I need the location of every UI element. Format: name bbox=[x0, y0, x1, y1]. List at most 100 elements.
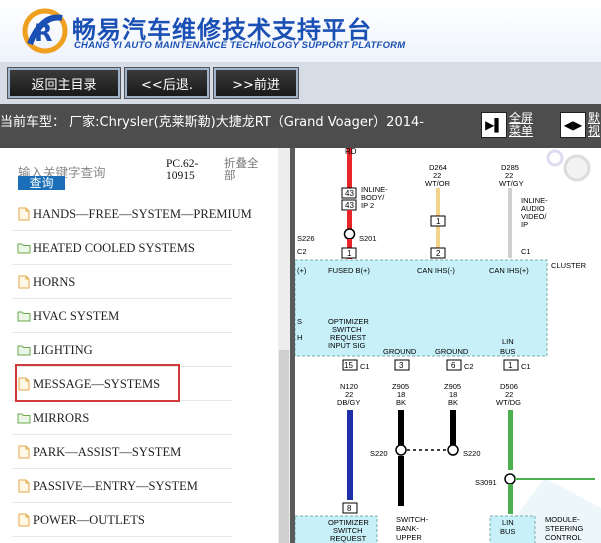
prev-button[interactable]: <<后退. bbox=[124, 67, 210, 99]
label-pin43a: 43 bbox=[345, 189, 354, 198]
label-ground-1: GROUND bbox=[383, 347, 417, 356]
label-c2b: C2 bbox=[464, 362, 474, 371]
tree-item-label: HORNS bbox=[33, 275, 76, 289]
wiring-diagram-svg: RD 43 43 INLINE- BODY/ IP 2 S201 S226 C2… bbox=[295, 148, 601, 543]
label-s: S bbox=[297, 317, 302, 326]
collapse-all-button[interactable]: 折叠全 部 bbox=[224, 158, 264, 182]
wiring-diagram: RD 43 43 INLINE- BODY/ IP 2 S201 S226 C2… bbox=[295, 148, 601, 543]
label-bot-switch-2: BANK- bbox=[396, 524, 419, 533]
default-label-2: 视 bbox=[588, 124, 601, 138]
label-bot-lin-2: BUS bbox=[500, 527, 515, 536]
current-model-text: 当前车型： 厂家:Chrysler(克莱斯勒)大捷龙RT（Grand Voage… bbox=[0, 115, 424, 130]
label-pin1c: 1 bbox=[508, 361, 513, 370]
app-subtitle: CHANG YI AUTO MAINTENANCE TECHNOLOGY SUP… bbox=[74, 40, 406, 51]
tree-item[interactable]: HANDS—FREE—SYSTEM—PREMIUM bbox=[12, 198, 252, 231]
label-bot-optimizer-3: REQUEST bbox=[330, 534, 367, 543]
splice-s220a bbox=[395, 444, 407, 456]
label-s220a: S220 bbox=[370, 449, 388, 458]
label-pin15: 15 bbox=[344, 361, 353, 370]
selected-item-highlight bbox=[15, 364, 180, 402]
tree-item[interactable]: HVAC SYSTEM bbox=[12, 300, 232, 333]
wire-z905a-black bbox=[398, 410, 404, 450]
folder-icon bbox=[17, 343, 31, 357]
back-home-button[interactable]: 返回主目录 bbox=[7, 67, 121, 99]
folder-icon bbox=[17, 241, 31, 255]
file-icon bbox=[17, 445, 31, 459]
label-pin3: 3 bbox=[399, 361, 404, 370]
wire-d285 bbox=[508, 188, 512, 258]
pc-code: PC.62- 10915 bbox=[166, 158, 198, 182]
search-button[interactable]: 查询 bbox=[18, 176, 65, 190]
default-view-link[interactable]: 默 视 bbox=[588, 112, 600, 138]
file-icon bbox=[17, 513, 31, 527]
wire-z905a-lower bbox=[398, 456, 404, 506]
tree-item-label: HVAC SYSTEM bbox=[33, 309, 120, 323]
tree-item[interactable]: HEATED COOLED SYSTEMS bbox=[12, 232, 232, 265]
label-b-plus: (+) bbox=[297, 266, 307, 275]
label-can-ihs-minus: CAN IHS(-) bbox=[417, 266, 455, 275]
label-d285-color: WT/GY bbox=[499, 179, 524, 188]
label-c2: C2 bbox=[297, 247, 307, 256]
label-c1b: C1 bbox=[360, 362, 370, 371]
label-bot-switch-1: SWITCH- bbox=[396, 515, 429, 524]
label-bus: BUS bbox=[500, 347, 515, 356]
file-icon bbox=[17, 207, 31, 221]
app-header: R 畅易汽车维修技术支持平台 CHANG YI AUTO MAINTENANCE… bbox=[0, 0, 601, 62]
label-inline-audio-4: IP bbox=[521, 220, 528, 229]
folder-icon bbox=[17, 309, 31, 323]
label-bot-switch-3: UPPER bbox=[396, 533, 422, 542]
label-s3091: S3091 bbox=[475, 478, 497, 487]
wire-d506-green bbox=[508, 410, 513, 470]
label-optimizer-4: INPUT SIG bbox=[328, 341, 366, 350]
splice-s201 bbox=[343, 228, 356, 240]
default-view-icon[interactable]: ◀▶ bbox=[560, 112, 586, 138]
wire-d506-lower bbox=[508, 484, 513, 514]
label-pin6: 6 bbox=[451, 361, 456, 370]
file-icon bbox=[17, 479, 31, 493]
tree-item-label: PARK—ASSIST—SYSTEM bbox=[33, 445, 182, 459]
nav-toolbar: 返回主目录 <<后退. >>前进 bbox=[0, 62, 601, 104]
sidebar-scrollbar-thumb[interactable] bbox=[279, 350, 289, 543]
tree-item[interactable]: HORNS bbox=[12, 266, 232, 299]
tree-item[interactable]: MIRRORS bbox=[12, 402, 232, 435]
pc-code-line2: 10915 bbox=[166, 170, 195, 182]
label-s220b: S220 bbox=[463, 449, 481, 458]
watermark-ring bbox=[563, 154, 591, 182]
tree-item-label: HEATED COOLED SYSTEMS bbox=[33, 241, 195, 255]
wire-n120-blue bbox=[347, 410, 353, 500]
label-pin8: 8 bbox=[347, 504, 352, 513]
watermark-ring-2 bbox=[546, 149, 564, 167]
next-button[interactable]: >>前进 bbox=[213, 67, 299, 99]
label-s226: S226 bbox=[297, 234, 315, 243]
label-c1c: C1 bbox=[521, 362, 531, 371]
label-n120-color: DB/GY bbox=[337, 398, 360, 407]
label-ground-2: GROUND bbox=[435, 347, 469, 356]
sidebar: 输入关键字查询 查询 PC.62- 10915 折叠全 部 HANDS—FREE… bbox=[0, 148, 278, 543]
label-cluster: CLUSTER bbox=[551, 261, 587, 270]
tree-item-label: LIGHTING bbox=[33, 343, 93, 357]
tree-item[interactable]: POWER—OUTLETS bbox=[12, 504, 232, 537]
label-bot-module-3: CONTROL bbox=[545, 533, 582, 542]
fullscreen-menu-link[interactable]: 全屏 菜单 bbox=[509, 112, 533, 138]
pc-code-line1: PC.62- bbox=[166, 158, 199, 170]
tree-item[interactable]: PARK—ASSIST—SYSTEM bbox=[12, 436, 232, 469]
label-z905a-color: BK bbox=[396, 398, 406, 407]
file-icon bbox=[17, 275, 31, 289]
collapse-line2: 部 bbox=[224, 170, 236, 182]
logo-icon: R bbox=[22, 8, 68, 54]
fullscreen-icon[interactable]: ▶▌ bbox=[481, 112, 507, 138]
label-bot-lin-1: LIN bbox=[502, 518, 514, 527]
label-d264-color: WT/OR bbox=[425, 179, 451, 188]
label-bot-module-2: STEERING bbox=[545, 524, 584, 533]
svg-text:R: R bbox=[34, 19, 52, 47]
label-lin: LIN bbox=[502, 337, 514, 346]
tree-item[interactable]: LIGHTING bbox=[12, 334, 232, 367]
tree-item-label: HANDS—FREE—SYSTEM—PREMIUM bbox=[33, 207, 252, 221]
label-pin1a: 1 bbox=[347, 249, 352, 258]
label-d506-color: WT/DG bbox=[496, 398, 521, 407]
label-bot-module-1: MODULE- bbox=[545, 515, 580, 524]
label-fused-b: FUSED B(+) bbox=[328, 266, 370, 275]
tree-item-label: POWER—OUTLETS bbox=[33, 513, 145, 527]
folder-icon bbox=[17, 411, 31, 425]
tree-item[interactable]: PASSIVE—ENTRY—SYSTEM bbox=[12, 470, 232, 503]
